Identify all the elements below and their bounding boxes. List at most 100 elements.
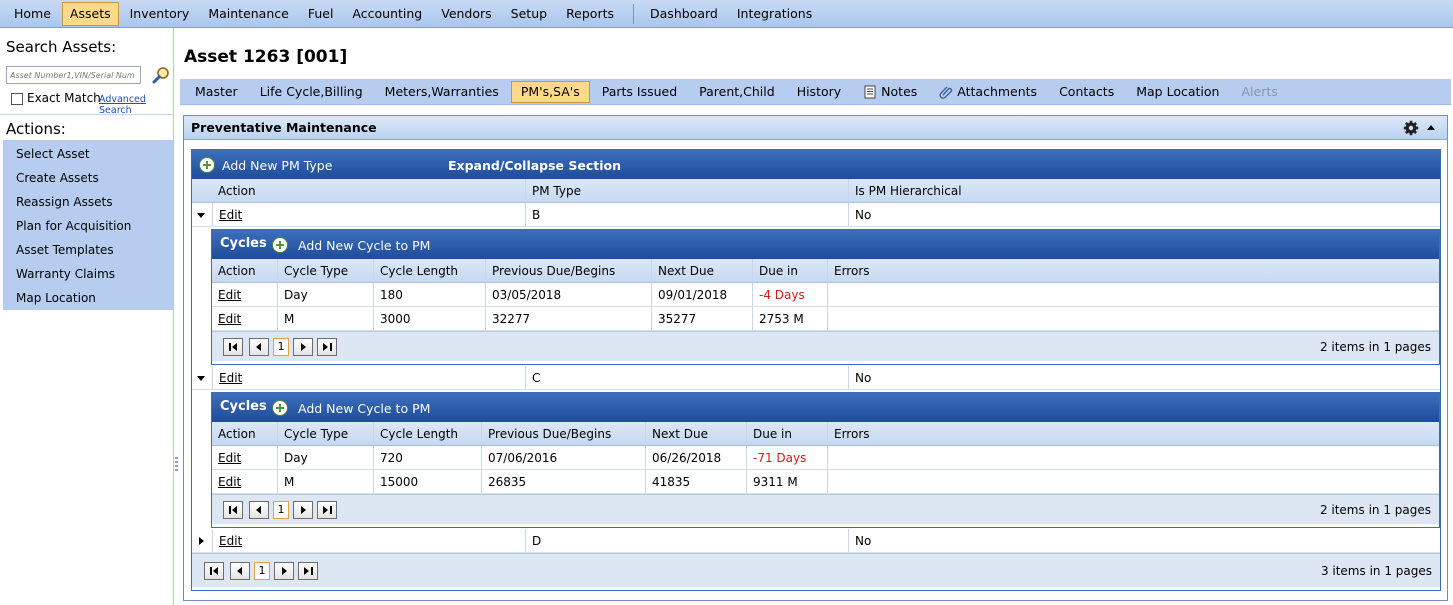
last-page-button[interactable] — [317, 338, 337, 356]
add-icon[interactable] — [272, 400, 288, 416]
column-header-previous-due[interactable]: Previous Due/Begins — [485, 259, 651, 282]
tab-history[interactable]: History — [787, 81, 851, 103]
edit-pm-link[interactable]: Edit — [219, 371, 242, 385]
tab-master[interactable]: Master — [185, 81, 248, 103]
expand-row-icon[interactable] — [199, 537, 204, 545]
tab-meters-warranties[interactable]: Meters,Warranties — [375, 81, 509, 103]
first-page-button[interactable] — [223, 338, 243, 356]
menu-reports[interactable]: Reports — [558, 2, 622, 26]
edit-cycle-link[interactable]: Edit — [218, 475, 241, 489]
exact-match-checkbox[interactable] — [11, 93, 23, 105]
action-create-assets[interactable]: Create Assets — [3, 167, 173, 191]
column-header-action[interactable]: Action — [212, 259, 277, 282]
edit-pm-link[interactable]: Edit — [219, 534, 242, 548]
left-panel: Search Assets: Exact Match Advanced Sear… — [0, 28, 174, 605]
tab-parent-child[interactable]: Parent,Child — [689, 81, 785, 103]
collapse-row-icon[interactable] — [197, 376, 205, 381]
previous-page-button[interactable] — [249, 338, 269, 356]
add-new-cycle-button[interactable]: Add New Cycle to PM — [298, 401, 430, 416]
add-icon[interactable] — [272, 237, 288, 253]
column-header-next-due[interactable]: Next Due — [651, 259, 752, 282]
column-header-cycle-type[interactable]: Cycle Type — [277, 259, 373, 282]
page-number-button[interactable]: 1 — [273, 338, 289, 356]
tab-notes[interactable]: Notes — [853, 81, 927, 103]
add-new-pm-type-button[interactable]: Add New PM Type — [222, 158, 332, 173]
action-warranty-claims[interactable]: Warranty Claims — [3, 263, 173, 287]
next-due-cell: 09/01/2018 — [651, 283, 752, 306]
search-icon[interactable] — [151, 65, 171, 85]
action-reassign-assets[interactable]: Reassign Assets — [3, 191, 173, 215]
advanced-search-link[interactable]: Advanced Search — [99, 94, 173, 116]
menu-integrations[interactable]: Integrations — [729, 2, 820, 26]
tab-contacts[interactable]: Contacts — [1049, 81, 1124, 103]
next-page-button[interactable] — [293, 501, 313, 519]
cycles-command-bar: Cycles Add New Cycle to PM — [212, 393, 1439, 422]
column-header-pm-type[interactable]: PM Type — [525, 179, 848, 202]
tab-pms-sas[interactable]: PM's,SA's — [510, 80, 590, 103]
column-header-action[interactable]: Action — [212, 179, 525, 202]
edit-pm-link[interactable]: Edit — [219, 208, 242, 222]
previous-page-button[interactable] — [230, 562, 250, 580]
menu-vendors[interactable]: Vendors — [433, 2, 499, 26]
search-assets-input[interactable] — [6, 66, 141, 84]
cycle-row: Edit M 3000 32277 35277 2753 M — [212, 307, 1439, 331]
exact-match-label: Exact Match — [27, 91, 101, 105]
column-header-action[interactable]: Action — [212, 422, 277, 445]
tab-map-location[interactable]: Map Location — [1126, 81, 1229, 103]
column-header-errors[interactable]: Errors — [827, 422, 1440, 445]
column-header-cycle-type[interactable]: Cycle Type — [277, 422, 373, 445]
hierarchical-cell: No — [848, 529, 1441, 552]
column-header-cycle-length[interactable]: Cycle Length — [373, 259, 485, 282]
first-page-button[interactable] — [223, 501, 243, 519]
menu-home[interactable]: Home — [6, 2, 59, 26]
menu-assets[interactable]: Assets — [61, 1, 119, 26]
next-page-button[interactable] — [274, 562, 294, 580]
notes-icon — [864, 85, 876, 98]
action-map-location[interactable]: Map Location — [3, 287, 173, 311]
next-page-button[interactable] — [293, 338, 313, 356]
edit-cycle-link[interactable]: Edit — [218, 312, 241, 326]
previous-page-button[interactable] — [249, 501, 269, 519]
page-number-button[interactable]: 1 — [273, 501, 289, 519]
add-icon[interactable] — [199, 157, 215, 173]
edit-cycle-link[interactable]: Edit — [218, 451, 241, 465]
menu-accounting[interactable]: Accounting — [344, 2, 430, 26]
collapse-section-icon[interactable] — [1427, 125, 1435, 130]
action-plan-for-acquisition[interactable]: Plan for Acquisition — [3, 215, 173, 239]
action-asset-templates[interactable]: Asset Templates — [3, 239, 173, 263]
last-page-button[interactable] — [298, 562, 318, 580]
cycles-pager: 1 2 items in 1 pages — [212, 331, 1439, 361]
due-in-cell: 2753 M — [752, 307, 827, 330]
menu-setup[interactable]: Setup — [503, 2, 555, 26]
panel-splitter-handle[interactable] — [175, 457, 178, 473]
page-number-button[interactable]: 1 — [254, 562, 270, 580]
expand-collapse-section-button[interactable]: Expand/Collapse Section — [448, 158, 621, 173]
menu-dashboard[interactable]: Dashboard — [642, 2, 726, 26]
column-header-due-in[interactable]: Due in — [746, 422, 827, 445]
tab-life-cycle-billing[interactable]: Life Cycle,Billing — [250, 81, 373, 103]
tab-alerts: Alerts — [1241, 83, 1278, 99]
column-header-errors[interactable]: Errors — [827, 259, 1440, 282]
column-header-due-in[interactable]: Due in — [752, 259, 827, 282]
action-select-asset[interactable]: Select Asset — [3, 143, 173, 167]
column-header-cycle-length[interactable]: Cycle Length — [373, 422, 481, 445]
due-in-cell: -71 Days — [746, 446, 827, 469]
section-title: Preventative Maintenance — [191, 120, 377, 135]
column-header-is-pm-hierarchical[interactable]: Is PM Hierarchical — [848, 179, 1441, 202]
tab-parts-issued[interactable]: Parts Issued — [592, 81, 687, 103]
column-header-next-due[interactable]: Next Due — [645, 422, 746, 445]
last-page-button[interactable] — [317, 501, 337, 519]
page-title: Asset 1263 [001] — [184, 47, 348, 67]
pm-row: Edit B No — [192, 203, 1440, 227]
gear-icon[interactable] — [1403, 120, 1419, 136]
add-new-cycle-button[interactable]: Add New Cycle to PM — [298, 238, 430, 253]
pm-type-cell: C — [525, 366, 848, 389]
menu-inventory[interactable]: Inventory — [122, 2, 198, 26]
menu-fuel[interactable]: Fuel — [300, 2, 342, 26]
first-page-button[interactable] — [204, 562, 224, 580]
collapse-row-icon[interactable] — [197, 213, 205, 218]
menu-maintenance[interactable]: Maintenance — [200, 2, 297, 26]
column-header-previous-due[interactable]: Previous Due/Begins — [481, 422, 645, 445]
tab-attachments[interactable]: Attachments — [929, 81, 1047, 103]
edit-cycle-link[interactable]: Edit — [218, 288, 241, 302]
